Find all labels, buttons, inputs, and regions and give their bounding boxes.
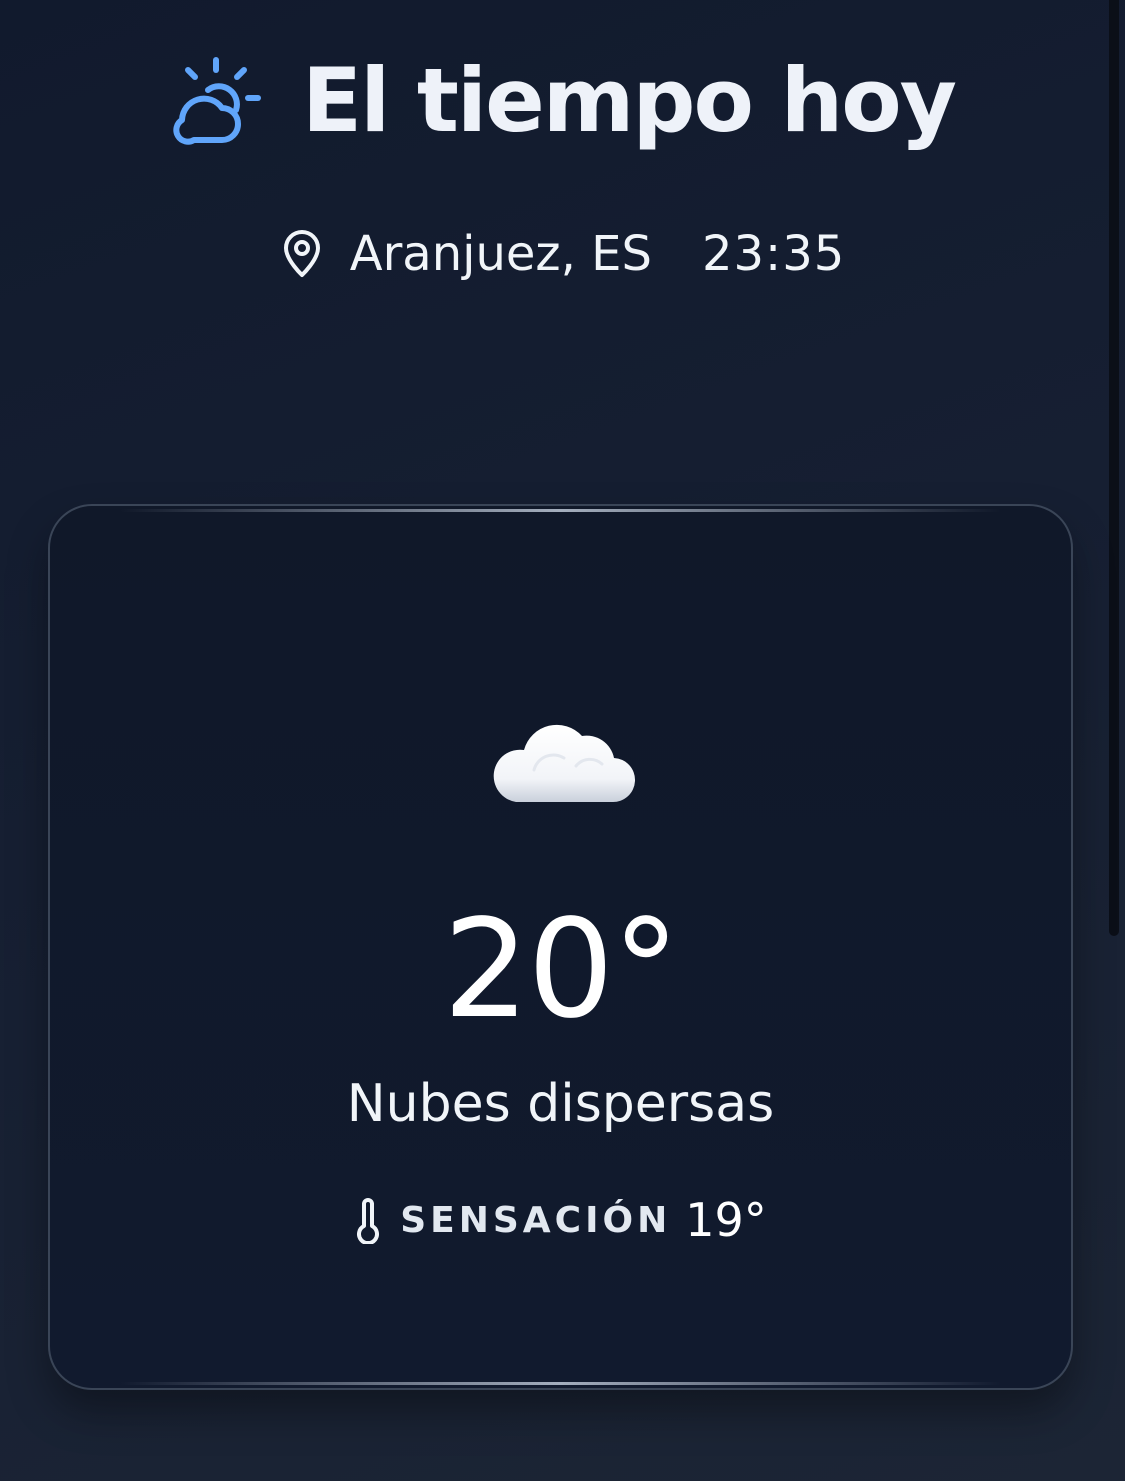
card-bottom-highlight (120, 1382, 1001, 1385)
thermometer-icon (357, 1198, 380, 1244)
weather-description: Nubes dispersas (346, 1074, 775, 1134)
current-temperature: 20° (442, 891, 680, 1049)
current-weather-card: 20° Nubes dispersas SENSACIÓN 19° (48, 504, 1073, 1390)
page-header: El tiempo hoy (0, 44, 1125, 156)
location-name: Aranjuez, ES (349, 226, 652, 282)
feels-like-value: 19° (685, 1193, 767, 1247)
feels-like-row: SENSACIÓN 19° (50, 1190, 1071, 1250)
partly-cloudy-sun-icon (173, 57, 261, 145)
card-top-highlight (120, 509, 1001, 512)
feels-like-label: SENSACIÓN (400, 1199, 672, 1241)
page-title: El tiempo hoy (301, 48, 957, 152)
cloud-icon (493, 724, 636, 803)
local-time: 23:35 (701, 226, 846, 282)
location-bar: Aranjuez, ES 23:35 (0, 222, 1125, 286)
map-pin-icon (283, 230, 320, 277)
